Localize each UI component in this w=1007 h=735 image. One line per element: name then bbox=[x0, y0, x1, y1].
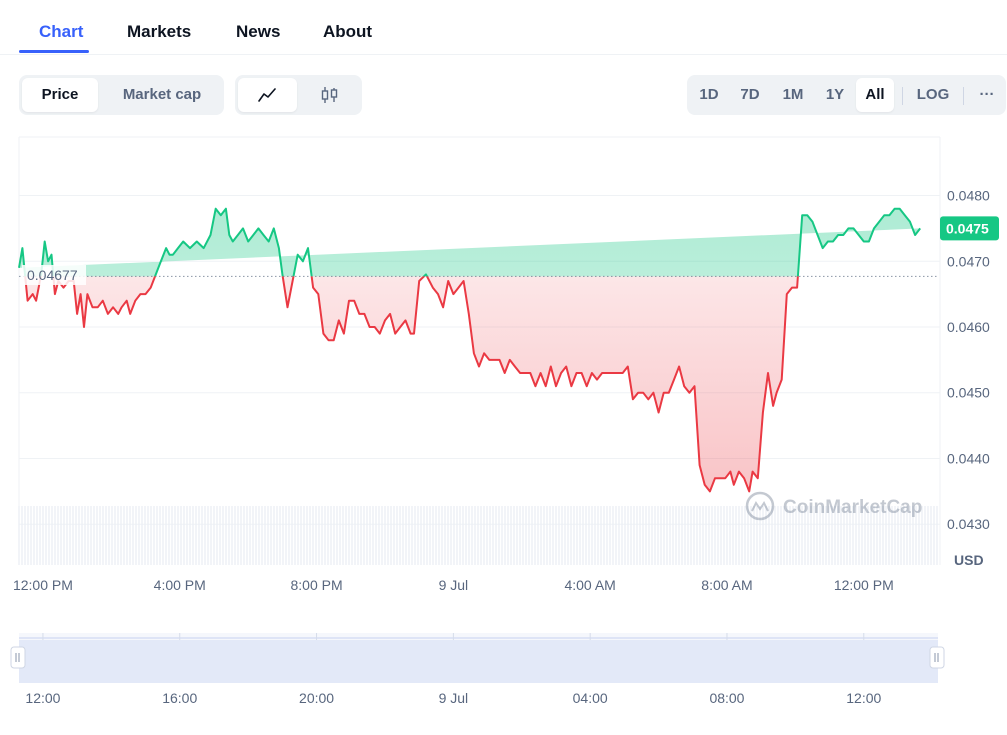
x-tick-label: 9 Jul bbox=[439, 577, 469, 593]
navigator-tick-label: 9 Jul bbox=[439, 690, 469, 706]
currency-label: USD bbox=[954, 552, 984, 568]
y-tick-label: 0.0480 bbox=[947, 188, 990, 204]
x-tick-label: 4:00 PM bbox=[154, 577, 206, 593]
x-tick-label: 12:00 PM bbox=[834, 577, 894, 593]
y-tick-label: 0.0450 bbox=[947, 385, 990, 401]
navigator-tick-label: 20:00 bbox=[299, 690, 334, 706]
price-chart: 0.04677 CoinMarketCap 0.0480 0.0470 0.0460… bbox=[10, 136, 999, 706]
navigator-tick-label: 12:00 bbox=[846, 690, 881, 706]
y-tick-label: 0.0470 bbox=[947, 253, 990, 269]
current-price-label: 0.0475 bbox=[946, 220, 989, 236]
current-price-tag: 0.0475 bbox=[940, 216, 999, 241]
x-tick-label: 8:00 PM bbox=[290, 577, 342, 593]
x-tick-label: 8:00 AM bbox=[701, 577, 752, 593]
navigator-selection[interactable] bbox=[19, 640, 938, 683]
navigator-right-handle[interactable] bbox=[929, 646, 945, 669]
watermark-text: CoinMarketCap bbox=[783, 497, 922, 518]
area-above-baseline bbox=[19, 208, 921, 277]
navigator-tick-label: 04:00 bbox=[573, 690, 608, 706]
y-tick-label: 0.0430 bbox=[947, 516, 990, 532]
navigator-tick-label: 08:00 bbox=[709, 690, 744, 706]
navigator-tick-label: 16:00 bbox=[162, 690, 197, 706]
x-tick-label: 12:00 PM bbox=[13, 577, 73, 593]
watermark: CoinMarketCap bbox=[745, 491, 922, 521]
y-tick-label: 0.0440 bbox=[947, 450, 990, 466]
x-tick-label: 4:00 AM bbox=[564, 577, 615, 593]
y-tick-label: 0.0460 bbox=[947, 319, 990, 335]
navigator-tick-label: 12:00 bbox=[25, 690, 60, 706]
price-areas bbox=[19, 208, 921, 492]
x-axis: 12:00 PM 4:00 PM 8:00 PM 9 Jul 4:00 AM 8:00 A… bbox=[13, 577, 894, 593]
baseline-label: 0.04677 bbox=[27, 267, 78, 283]
navigator-left-handle[interactable] bbox=[10, 646, 26, 669]
range-navigator bbox=[10, 633, 945, 683]
